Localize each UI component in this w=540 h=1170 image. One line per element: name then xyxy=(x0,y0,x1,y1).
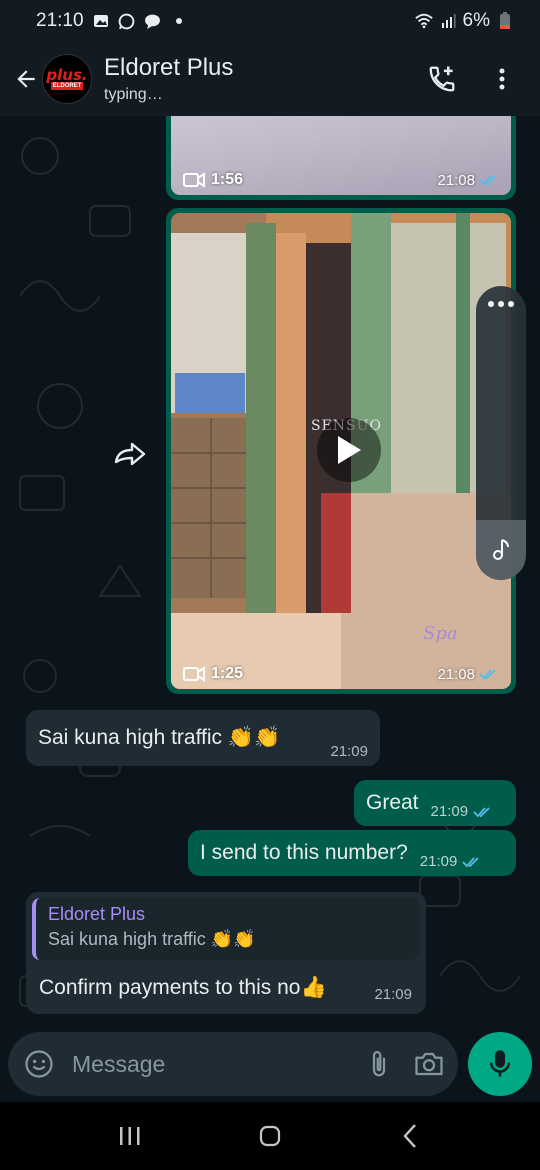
chat-title: Eldoret Plus xyxy=(104,54,234,81)
message-input[interactable] xyxy=(72,1050,368,1078)
attach-button[interactable] xyxy=(368,1046,390,1082)
whatsapp-icon xyxy=(118,12,136,30)
message-time: 21:09 xyxy=(419,853,458,870)
typing-indicator: typing… xyxy=(104,86,163,103)
system-nav-bar xyxy=(0,1102,540,1170)
double-check-icon xyxy=(462,856,479,867)
video-message[interactable]: SENSUO Spa 1:25 21:08 xyxy=(166,208,516,694)
message-time: 21:09 xyxy=(330,743,368,760)
system-back-button[interactable] xyxy=(390,1116,430,1156)
signal-icon xyxy=(439,12,457,30)
message-input-container[interactable] xyxy=(8,1032,458,1096)
paperclip-icon xyxy=(372,1051,386,1077)
incoming-message[interactable]: Sai kuna high traffic 👏👏 21:09 xyxy=(26,710,380,766)
chat-icon xyxy=(144,12,162,30)
message-text: Sai kuna high traffic 👏👏 xyxy=(38,726,281,749)
message-time: 21:08 xyxy=(437,665,475,683)
microphone-icon xyxy=(490,1050,510,1077)
video-camera-icon xyxy=(183,172,205,188)
quoted-sender: Eldoret Plus xyxy=(48,904,146,924)
outgoing-message[interactable]: Great 21:09 xyxy=(354,780,516,826)
chat-header: plus. ELDORET Eldoret Plus typing… xyxy=(0,42,540,116)
video-thumbnail: 1:56 21:08 xyxy=(171,116,511,195)
message-text: I send to this number? xyxy=(200,841,408,864)
home-icon xyxy=(259,1125,281,1147)
video-thumbnail: SENSUO Spa 1:25 21:08 xyxy=(171,213,511,689)
status-time: 21:10 xyxy=(36,10,84,31)
double-check-icon xyxy=(479,669,496,680)
emoji-button[interactable] xyxy=(24,1048,54,1080)
music-note-icon xyxy=(493,539,509,560)
video-watermark-2: Spa xyxy=(423,623,458,644)
message-time: 21:09 xyxy=(430,803,469,820)
chevron-left-icon xyxy=(403,1124,416,1148)
quoted-message[interactable]: Eldoret Plus Sai kuna high traffic 👏👏 xyxy=(32,898,420,960)
play-button[interactable] xyxy=(317,418,381,482)
play-icon xyxy=(338,436,361,464)
video-duration: 1:25 xyxy=(211,665,244,682)
message-time: 21:09 xyxy=(374,986,412,1003)
message-text: Great xyxy=(366,791,419,814)
chat-area[interactable]: 1:56 21:08 SENSUO Spa 1:25 21:08 Sai kun… xyxy=(0,116,540,1102)
more-vertical-icon xyxy=(499,68,505,90)
avatar-logo-text: plus. xyxy=(46,66,88,84)
message-time: 21:08 xyxy=(437,171,475,189)
video-camera-icon xyxy=(183,666,205,682)
voice-record-button[interactable] xyxy=(468,1032,532,1096)
more-horizontal-icon xyxy=(488,301,514,307)
forward-button[interactable] xyxy=(112,436,148,472)
recent-apps-icon xyxy=(120,1127,140,1145)
double-check-icon xyxy=(473,806,490,817)
phone-plus-icon xyxy=(429,66,455,92)
battery-icon xyxy=(496,12,514,30)
forward-icon xyxy=(114,442,146,466)
floating-side-panel[interactable] xyxy=(476,286,526,580)
outgoing-message[interactable]: I send to this number? 21:09 xyxy=(188,830,516,876)
panel-more-button[interactable] xyxy=(476,300,526,308)
add-call-button[interactable] xyxy=(424,61,460,97)
emoji-icon xyxy=(25,1050,53,1078)
arrow-left-icon xyxy=(17,70,35,88)
recent-apps-button[interactable] xyxy=(110,1116,150,1156)
chat-title-block[interactable]: Eldoret Plus typing… xyxy=(104,54,233,104)
composer xyxy=(0,1030,540,1102)
video-duration: 1:56 xyxy=(211,171,244,188)
quoted-text: Sai kuna high traffic 👏👏 xyxy=(48,929,256,949)
music-button[interactable] xyxy=(476,520,526,580)
wifi-icon xyxy=(414,12,433,30)
battery-level: 6% xyxy=(462,10,490,31)
avatar[interactable]: plus. ELDORET xyxy=(42,54,92,104)
more-options-button[interactable] xyxy=(484,61,520,97)
home-button[interactable] xyxy=(250,1116,290,1156)
notification-dot-icon xyxy=(170,12,188,30)
camera-button[interactable] xyxy=(414,1046,444,1082)
gallery-icon xyxy=(92,12,110,30)
status-bar: 21:10 6% xyxy=(0,0,540,42)
message-text: Confirm payments to this no👍 xyxy=(39,975,327,999)
video-message[interactable]: 1:56 21:08 xyxy=(166,116,516,200)
avatar-logo-subtext: ELDORET xyxy=(50,82,84,90)
camera-icon xyxy=(415,1052,443,1076)
reply-message[interactable]: Eldoret Plus Sai kuna high traffic 👏👏 Co… xyxy=(26,892,426,1014)
double-check-icon xyxy=(479,175,496,186)
